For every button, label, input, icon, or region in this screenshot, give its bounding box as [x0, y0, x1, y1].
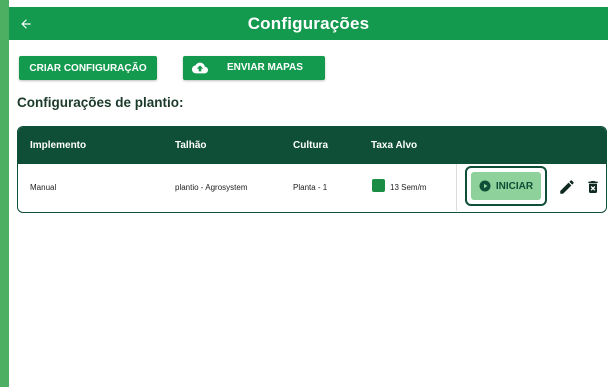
- config-table: Implemento Talhão Cultura Taxa Alvo Manu…: [17, 126, 607, 213]
- send-maps-button[interactable]: ENVIAR MAPAS: [183, 56, 325, 80]
- top-strip: [9, 0, 608, 7]
- col-taxa-alvo: Taxa Alvo: [371, 140, 418, 151]
- section-title: Configurações de plantio:: [17, 95, 184, 110]
- cell-talhao: plantio - Agrosystem: [175, 183, 248, 192]
- create-config-button[interactable]: CRIAR CONFIGURAÇÃO: [19, 56, 157, 80]
- start-button[interactable]: INICIAR: [471, 172, 541, 200]
- trash-icon: [588, 181, 598, 193]
- create-config-label: CRIAR CONFIGURAÇÃO: [29, 62, 147, 74]
- cell-cultura: Planta - 1: [293, 183, 328, 192]
- col-talhao: Talhão: [175, 140, 207, 151]
- edit-button[interactable]: [557, 177, 577, 197]
- rate-color-swatch: [372, 179, 385, 192]
- pencil-icon: [560, 180, 574, 194]
- send-maps-label: ENVIAR MAPAS: [227, 62, 303, 73]
- app-bar: Configurações: [9, 7, 608, 40]
- start-label: INICIAR: [495, 180, 534, 192]
- cell-taxa-alvo: 13 Sem/m: [390, 183, 427, 192]
- cell-implemento: Manual: [30, 183, 57, 192]
- start-button-focus-ring: INICIAR: [465, 166, 547, 206]
- app-window: Configurações CRIAR CONFIGURAÇÃO ENVIAR …: [9, 0, 608, 387]
- cloud-upload-icon: [192, 62, 208, 74]
- play-icon: [479, 180, 491, 192]
- left-rail: [0, 0, 9, 387]
- col-cultura: Cultura: [293, 140, 328, 151]
- table-header: Implemento Talhão Cultura Taxa Alvo: [18, 127, 606, 164]
- page-title: Configurações: [247, 14, 370, 33]
- row-actions: INICIAR: [456, 164, 606, 211]
- delete-button[interactable]: [583, 177, 603, 197]
- col-implemento: Implemento: [30, 140, 87, 151]
